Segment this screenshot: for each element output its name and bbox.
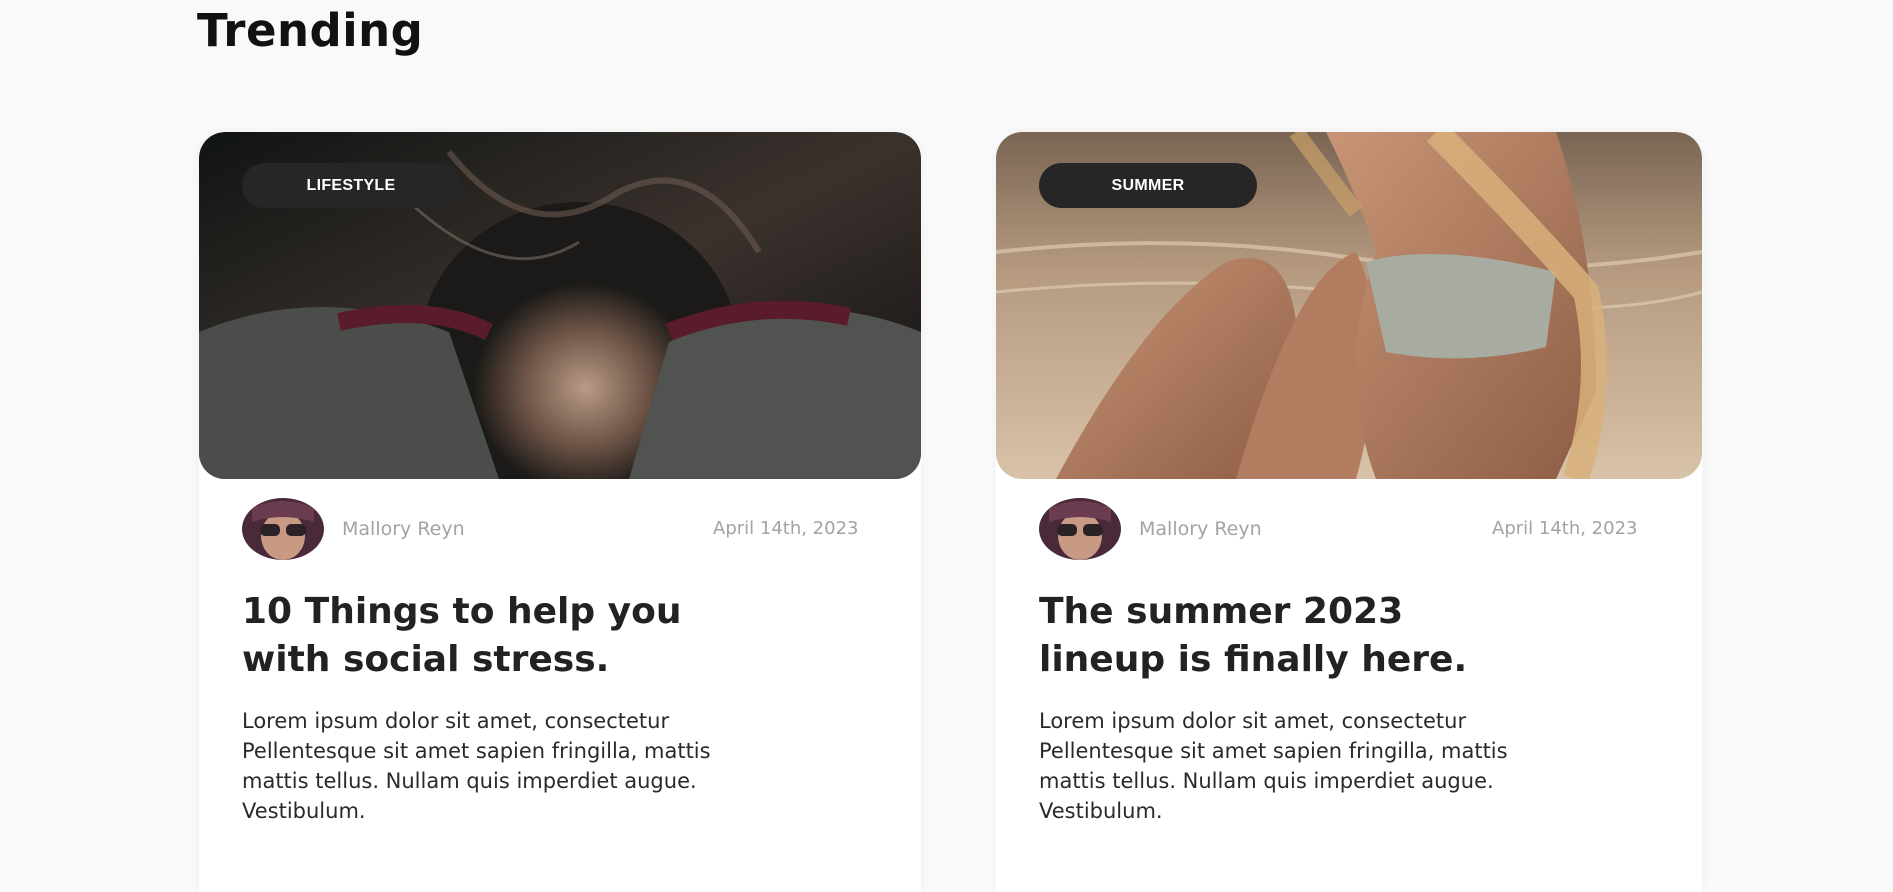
article-excerpt: Lorem ipsum dolor sit amet, consectetur …: [242, 709, 711, 823]
author-name[interactable]: Mallory Reyn: [342, 518, 465, 540]
author-name[interactable]: Mallory Reyn: [1139, 518, 1262, 540]
category-tag[interactable]: LIFESTYLE: [242, 163, 460, 208]
article-image[interactable]: LIFESTYLE: [199, 132, 921, 479]
article-card-summer[interactable]: SUMMER Mallory Reyn April 14th, 2023 The…: [996, 132, 1702, 892]
category-tag[interactable]: SUMMER: [1039, 163, 1257, 208]
author-avatar: [242, 498, 324, 560]
section-title: Trending: [197, 4, 424, 57]
article-card-stress[interactable]: LIFESTYLE Mallory Reyn April 14th, 2023 …: [199, 132, 921, 892]
article-image[interactable]: SUMMER: [996, 132, 1702, 479]
article-headline[interactable]: The summer 2023 lineup is finally here.: [1039, 588, 1499, 684]
article-headline[interactable]: 10 Things to help you with social stress…: [242, 588, 702, 684]
article-excerpt: Lorem ipsum dolor sit amet, consectetur …: [1039, 709, 1508, 823]
publish-date: April 14th, 2023: [1492, 518, 1638, 539]
publish-date: April 14th, 2023: [713, 518, 859, 539]
author-avatar: [1039, 498, 1121, 560]
